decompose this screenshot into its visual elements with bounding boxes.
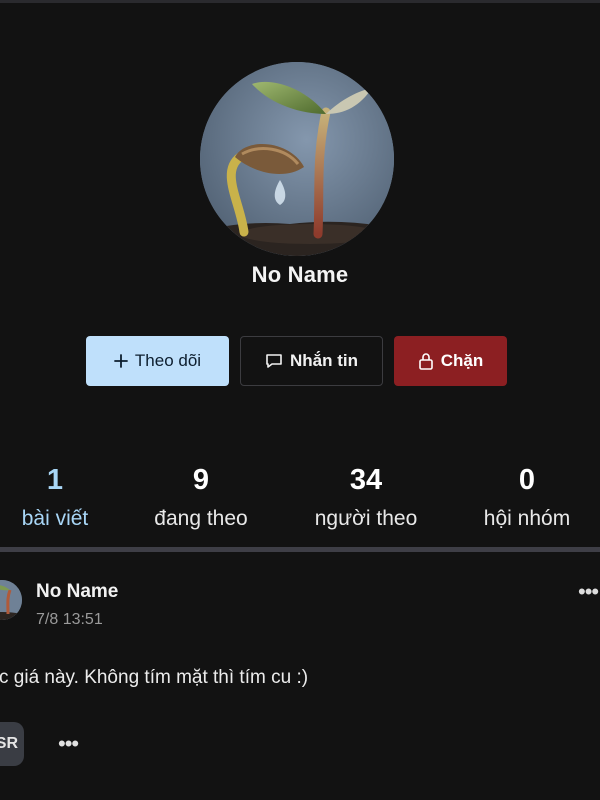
reaction-chip[interactable]: SR [0, 722, 24, 766]
stat-followers-label: người theo [314, 507, 418, 530]
top-border [0, 0, 600, 3]
post-more-options-icon[interactable]: ••• [578, 581, 599, 603]
message-button[interactable]: Nhắn tin [240, 336, 383, 386]
stat-groups[interactable]: 0 hội nhóm [466, 462, 588, 532]
stat-following[interactable]: 9 đang theo [137, 462, 265, 532]
stat-groups-value: 0 [518, 464, 536, 496]
lock-icon [418, 352, 434, 370]
chat-bubble-icon [265, 353, 283, 369]
follow-button[interactable]: Theo dõi [86, 336, 229, 386]
stat-posts-value: 1 [46, 464, 64, 496]
stat-followers-value: 34 [349, 464, 383, 496]
seedling-image [200, 62, 394, 256]
stat-following-value: 9 [192, 464, 210, 496]
post-author-name[interactable]: No Name [36, 581, 118, 603]
stat-posts[interactable]: 1 bài viết [0, 462, 114, 532]
post-timestamp: 7/8 13:51 [36, 611, 103, 628]
profile-name: No Name [251, 262, 349, 287]
stat-following-label: đang theo [154, 507, 248, 530]
stat-posts-label: bài viết [21, 507, 89, 530]
block-button[interactable]: Chặn [394, 336, 507, 386]
profile-avatar[interactable] [200, 62, 394, 256]
message-button-label: Nhắn tin [290, 351, 358, 370]
stat-followers[interactable]: 34 người theo [301, 462, 431, 532]
post-content: c giá này. Không tím mặt thì tím cu :) [0, 667, 309, 688]
plus-icon [114, 354, 128, 368]
reaction-more-icon[interactable]: ••• [58, 733, 79, 755]
seedling-thumbnail [0, 580, 22, 620]
post-author-avatar[interactable] [0, 580, 22, 620]
block-button-label: Chặn [440, 351, 484, 370]
section-divider [0, 547, 600, 552]
stat-groups-label: hội nhóm [483, 507, 571, 530]
follow-button-label: Theo dõi [134, 351, 202, 370]
